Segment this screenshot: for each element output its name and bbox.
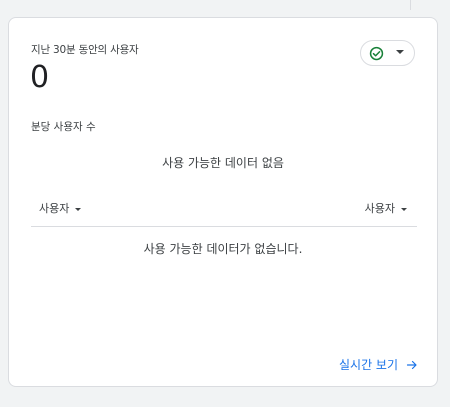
table-empty-message: 사용 가능한 데이터가 없습니다. — [143, 242, 303, 256]
check-circle-icon — [369, 46, 384, 61]
view-realtime-label: 실시간 보기 — [339, 358, 399, 372]
chart-empty-message: 사용 가능한 데이터 없음 — [162, 156, 284, 170]
caret-down-icon — [75, 207, 82, 211]
view-realtime-link[interactable]: 실시간 보기 — [339, 356, 418, 373]
column-header-users-metric[interactable]: 사용자 — [365, 200, 407, 216]
column-header-label: 사용자 — [39, 202, 70, 215]
users-count: 0 — [30, 60, 50, 95]
realtime-users-card: 지난 30분 동안의 사용자 0 분당 사용자 수 사용 가능한 데이터 없음 … — [8, 17, 438, 387]
chevron-down-icon — [396, 50, 404, 54]
arrow-right-icon — [406, 360, 417, 369]
column-header-users-dimension[interactable]: 사용자 — [39, 200, 82, 216]
column-header-label: 사용자 — [364, 202, 395, 215]
table-header: 사용자 사용자 — [31, 194, 417, 227]
section-label: 분당 사용자 수 — [31, 121, 96, 133]
divider — [410, 0, 411, 10]
card-title: 지난 30분 동안의 사용자 — [31, 44, 139, 56]
status-dropdown[interactable] — [360, 40, 415, 66]
caret-down-icon — [401, 207, 407, 211]
